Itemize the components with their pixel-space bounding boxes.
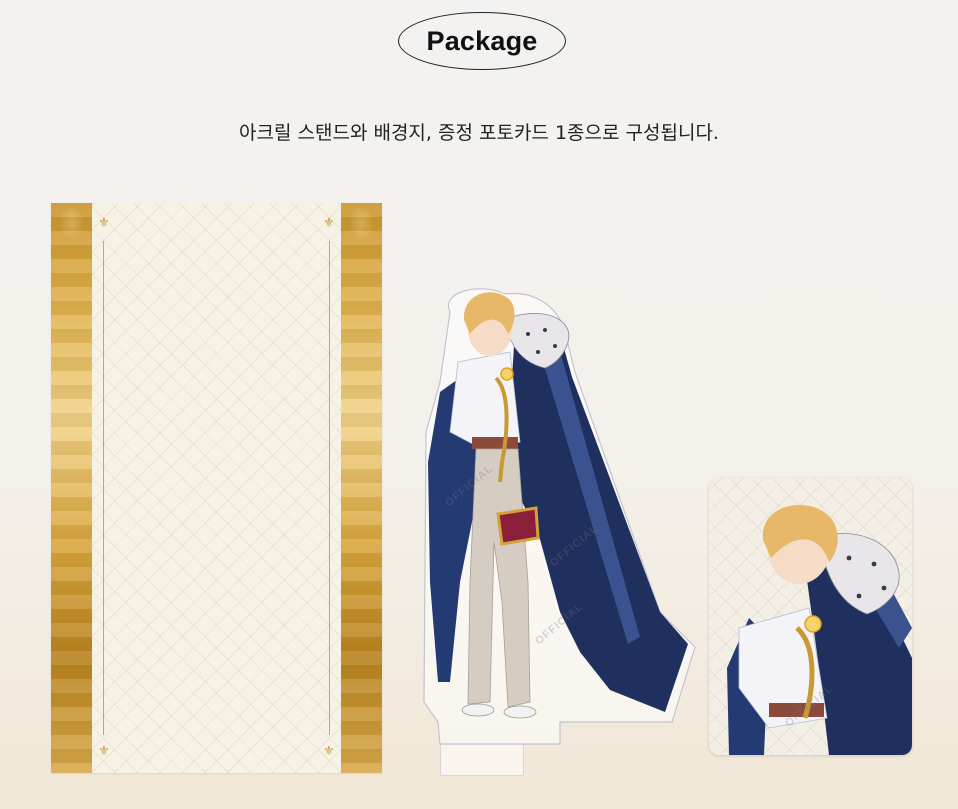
gold-border-left <box>51 203 92 773</box>
photocard-illustration <box>727 504 912 755</box>
flower-icon <box>500 367 514 381</box>
flower-icon <box>804 615 822 633</box>
shirt <box>449 351 521 451</box>
photocard <box>709 478 912 755</box>
frame-line-left <box>103 241 104 735</box>
package-description: 아크릴 스탠드와 배경지, 증정 포토카드 1종으로 구성됩니다. <box>239 122 719 144</box>
gold-border-right <box>341 203 382 773</box>
background-paper: ⚜ ⚜ ⚜ ⚜ <box>51 203 382 773</box>
fleur-ornament-icon: ⚜ <box>323 744 335 759</box>
acrylic-stand-base <box>440 744 524 776</box>
section-title: Package <box>426 25 538 56</box>
frame-line-right <box>329 241 330 735</box>
fleur-ornament-icon: ⚜ <box>98 216 110 231</box>
fleur-ornament-icon: ⚜ <box>98 744 110 759</box>
belt <box>472 437 518 449</box>
crown <box>496 506 540 546</box>
acrylic-stand <box>410 282 700 776</box>
acrylic-stand-illustration <box>423 288 696 745</box>
section-title-pill: Package <box>398 12 566 70</box>
fleur-ornament-icon: ⚜ <box>323 216 335 231</box>
background-paper-center: ⚜ ⚜ ⚜ ⚜ <box>92 203 341 773</box>
